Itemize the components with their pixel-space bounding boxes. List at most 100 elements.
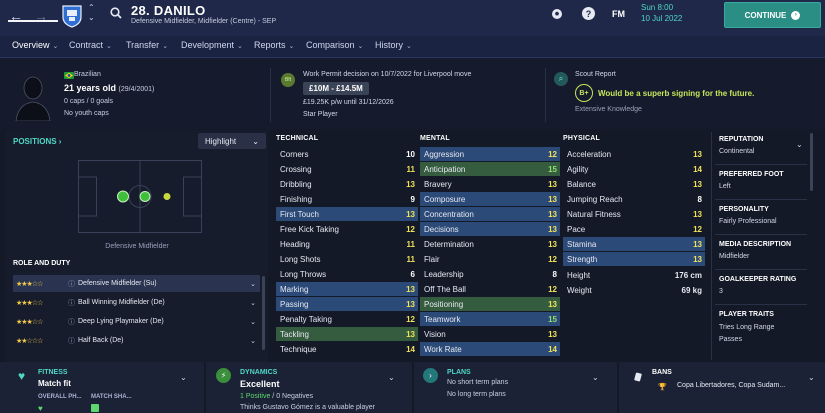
attribute-row[interactable]: Pace 12 <box>563 222 705 236</box>
info-icon[interactable]: ⓘ <box>68 298 75 308</box>
help-icon[interactable]: ? <box>582 7 595 20</box>
bans-competitions: Copa Libertadores, Copa Sudam... <box>677 382 786 389</box>
chevron-down-icon: ⌄ <box>237 43 243 50</box>
attribute-row[interactable]: Dribbling 13 <box>276 177 418 191</box>
chevron-down-icon[interactable]: ⌄ <box>592 373 599 382</box>
attribute-row[interactable]: Leadership 8 <box>420 267 560 281</box>
mental-title: MENTAL <box>420 135 450 142</box>
attribute-row[interactable]: Heading 11 <box>276 237 418 251</box>
chevron-down-icon[interactable]: ⌄ <box>796 140 803 149</box>
chevron-down-icon: ⌄ <box>406 43 412 50</box>
player-switch-arrows-icon[interactable]: ⌃ ⌄ <box>88 3 95 23</box>
international-caps: 0 caps / 0 goals <box>64 98 114 105</box>
attribute-row[interactable]: Corners 10 <box>276 147 418 161</box>
attribute-row[interactable]: Concentration 13 <box>420 207 560 221</box>
scout-grade-badge: B+ <box>575 84 593 102</box>
info-icon[interactable]: ⓘ <box>68 317 75 327</box>
chevron-down-icon[interactable]: ⌄ <box>250 337 256 345</box>
attribute-row[interactable]: Penalty Taking 12 <box>276 312 418 326</box>
chevron-down-icon[interactable]: ⌄ <box>180 373 187 382</box>
chevron-down-icon: ⌄ <box>357 43 364 50</box>
physical-heart-icon: ♥ <box>38 404 43 413</box>
attribute-row[interactable]: Crossing 11 <box>276 162 418 176</box>
chevron-down-icon: ⌄ <box>162 43 169 50</box>
divider <box>204 362 206 413</box>
attribute-row[interactable]: Agility 14 <box>563 162 705 176</box>
active-tab-underline <box>8 20 58 22</box>
attribute-row[interactable]: Long Throws 6 <box>276 267 418 281</box>
role-row[interactable]: ★★☆☆☆ ⓘ Half Back (De) ⌄ <box>13 332 260 349</box>
scout-report-title[interactable]: Scout Report <box>575 71 616 78</box>
role-row[interactable]: ★★★☆☆ ⓘ Ball Winning Midfielder (De) ⌄ <box>13 294 260 311</box>
attribute-row[interactable]: Teamwork 15 <box>420 312 560 326</box>
attribute-row[interactable]: Anticipation 15 <box>420 162 560 176</box>
attribute-row[interactable]: Positioning 13 <box>420 297 560 311</box>
attribute-row[interactable]: First Touch 13 <box>276 207 418 221</box>
weight-row: Weight 69 kg <box>567 286 702 295</box>
chevron-down-icon: ⌄ <box>288 43 295 50</box>
chevron-down-icon[interactable]: ⌄ <box>250 299 256 307</box>
chevron-down-icon[interactable]: ⌄ <box>388 373 395 382</box>
info-icon[interactable]: ⓘ <box>68 336 75 346</box>
attribute-row[interactable]: Marking 13 <box>276 282 418 296</box>
height-row: Height 176 cm <box>567 271 702 280</box>
attribute-row[interactable]: Balance 13 <box>563 177 705 191</box>
attribute-row[interactable]: Vision 13 <box>420 327 560 341</box>
tab-comparison[interactable]: Comparison ⌄ <box>306 40 363 50</box>
attribute-row[interactable]: Free Kick Taking 12 <box>276 222 418 236</box>
info-icon[interactable]: ⓘ <box>68 279 75 289</box>
chevron-down-icon[interactable]: ⌄ <box>808 373 815 382</box>
attribute-row[interactable]: Tackling 13 <box>276 327 418 341</box>
highlight-dropdown[interactable]: Highlight ⌄ <box>198 133 266 149</box>
role-row[interactable]: ★★★☆☆ ⓘ Defensive Midfielder (Su) ⌄ <box>13 275 260 292</box>
attribute-row[interactable]: Off The Ball 12 <box>420 282 560 296</box>
divider <box>715 269 807 270</box>
continue-button[interactable]: CONTINUE › <box>724 2 821 28</box>
attribute-row[interactable]: Finishing 9 <box>276 192 418 206</box>
divider <box>715 164 807 165</box>
attribute-row[interactable]: Stamina 13 <box>563 237 705 251</box>
preferred-foot-title: PREFERRED FOOT <box>719 171 784 178</box>
tab-reports[interactable]: Reports ⌄ <box>254 40 294 50</box>
tab-development[interactable]: Development ⌄ <box>181 40 243 50</box>
tab-overview[interactable]: Overview ⌄ <box>12 40 58 50</box>
football-icon[interactable] <box>551 8 563 22</box>
date-display[interactable]: Sun 8:00 10 Jul 2022 <box>641 3 682 23</box>
heart-icon: ♥ <box>17 368 26 383</box>
divider <box>270 68 271 122</box>
attribute-row[interactable]: Jumping Reach 8 <box>563 192 705 206</box>
attribute-row[interactable]: Bravery 13 <box>420 177 560 191</box>
attribute-row[interactable]: Passing 13 <box>276 297 418 311</box>
tab-transfer[interactable]: Transfer ⌄ <box>126 40 168 50</box>
tab-history[interactable]: History ⌄ <box>375 40 412 50</box>
media-description-title: MEDIA DESCRIPTION <box>719 241 792 248</box>
goalkeeper-rating-title: GOALKEEPER RATING <box>719 276 797 283</box>
positions-title[interactable]: POSITIONS › <box>13 137 61 146</box>
attribute-row[interactable]: Determination 13 <box>420 237 560 251</box>
transfer-value[interactable]: £10M - £14.5M <box>303 82 369 95</box>
competition-icon: 🏆 <box>658 384 667 391</box>
tab-contract[interactable]: Contract ⌄ <box>69 40 112 50</box>
attribute-row[interactable]: Technique 14 <box>276 342 418 356</box>
fm-menu-button[interactable]: FM <box>612 9 625 19</box>
media-description-value: Midfielder <box>719 253 750 260</box>
role-row[interactable]: ★★★☆☆ ⓘ Deep Lying Playmaker (De) ⌄ <box>13 313 260 330</box>
divider <box>711 132 712 360</box>
attribute-row[interactable]: Flair 12 <box>420 252 560 266</box>
attribute-row[interactable]: Work Rate 14 <box>420 342 560 356</box>
chevron-down-icon[interactable]: ⌄ <box>250 318 256 326</box>
attribute-row[interactable]: Composure 13 <box>420 192 560 206</box>
attribute-row[interactable]: Strength 13 <box>563 252 705 266</box>
search-icon[interactable] <box>110 7 122 21</box>
attribute-row[interactable]: Aggression 12 <box>420 147 560 161</box>
player-age: 21 years old (29/4/2001) <box>64 83 155 93</box>
attribute-row[interactable]: Acceleration 13 <box>563 147 705 161</box>
attribute-row[interactable]: Long Shots 11 <box>276 252 418 266</box>
club-badge[interactable] <box>61 4 83 28</box>
chevron-down-icon[interactable]: ⌄ <box>250 280 256 288</box>
attribute-row[interactable]: Natural Fitness 13 <box>563 207 705 221</box>
info-scrollbar[interactable] <box>810 133 813 191</box>
roles-scrollbar[interactable] <box>262 276 265 350</box>
nationality-flag <box>64 72 74 79</box>
attribute-row[interactable]: Decisions 13 <box>420 222 560 236</box>
